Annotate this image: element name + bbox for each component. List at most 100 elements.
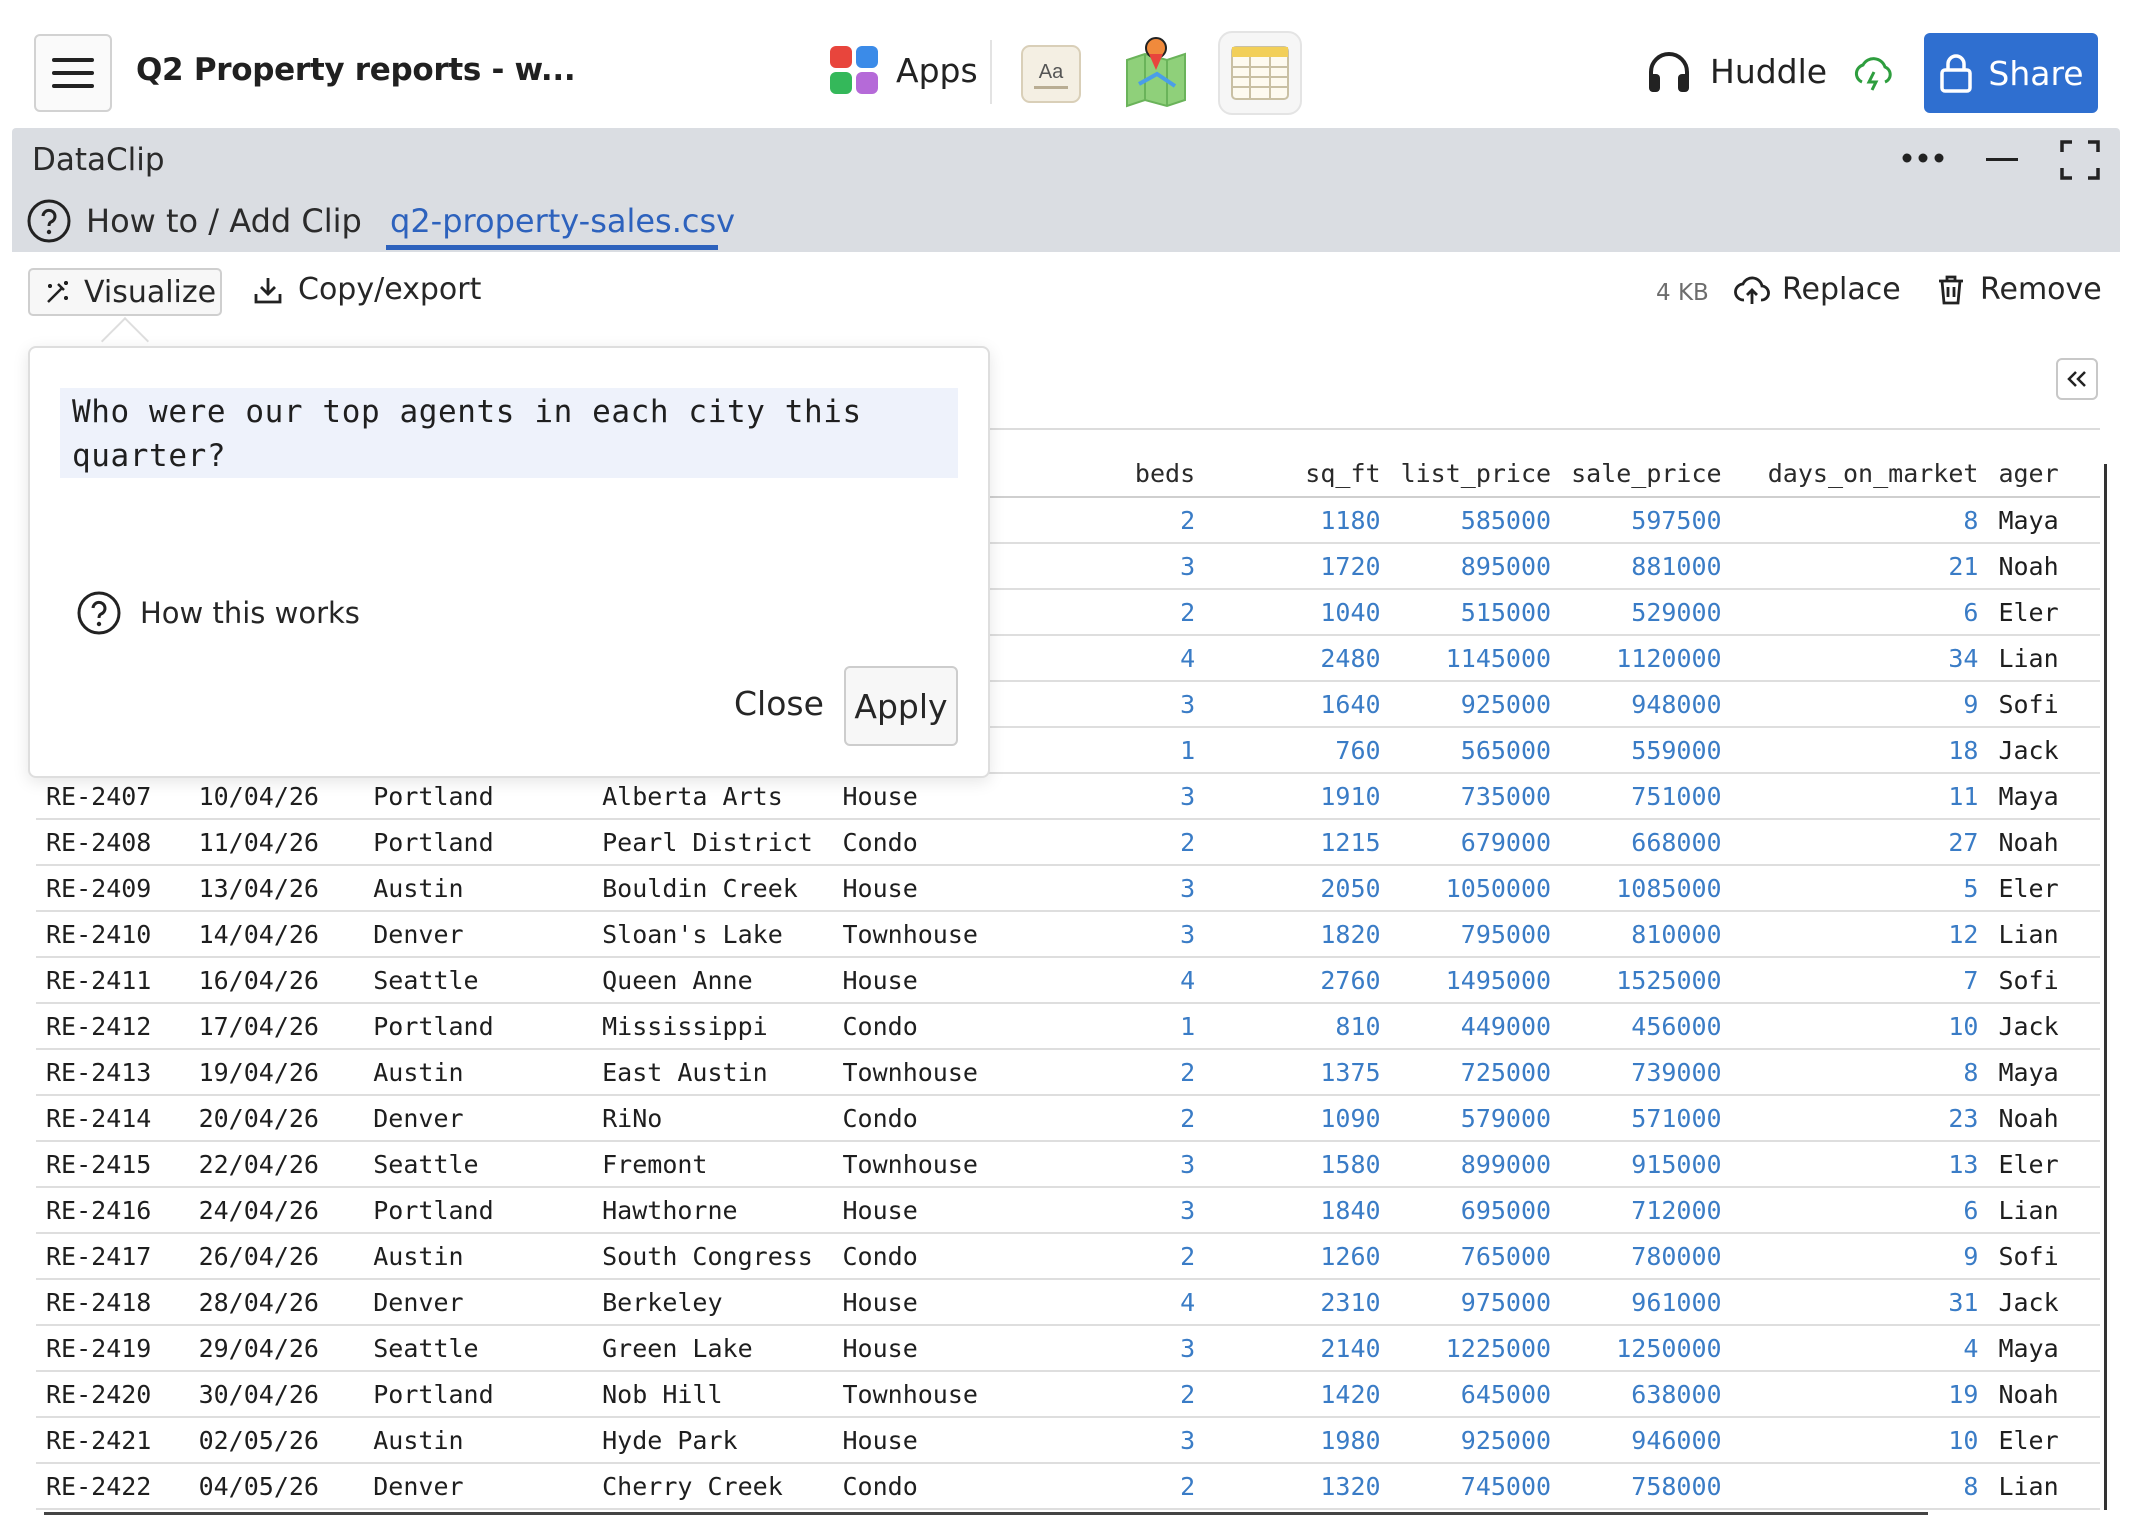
table-cell[interactable]: 3 — [1022, 865, 1206, 912]
table-cell[interactable]: 1525000 — [1561, 957, 1732, 1004]
table-cell[interactable]: 13/04/26 — [188, 865, 364, 912]
table-row[interactable]: RE-2419 29/04/26 Seattle Green Lake House 3 21… — [36, 1325, 2100, 1372]
horizontal-scrollbar[interactable] — [44, 1512, 1928, 1515]
table-cell[interactable]: Eler — [1988, 589, 2100, 636]
column-header[interactable]: sale_price — [1561, 450, 1732, 498]
table-cell[interactable]: 11 — [1731, 773, 1989, 820]
table-cell[interactable]: 1980 — [1205, 1417, 1391, 1464]
howto-add-clip-tab[interactable]: How to / Add Clip — [86, 202, 362, 240]
table-cell[interactable]: 7 — [1731, 957, 1989, 1004]
table-cell[interactable]: 12 — [1731, 911, 1989, 958]
table-cell[interactable]: Austin — [363, 1233, 593, 1280]
table-cell[interactable]: 4 — [1731, 1325, 1989, 1372]
table-cell[interactable]: Jack — [1988, 1279, 2100, 1326]
table-cell[interactable]: Jack — [1988, 1003, 2100, 1050]
table-cell[interactable]: 2760 — [1205, 957, 1391, 1004]
table-cell[interactable]: RE-2420 — [36, 1371, 189, 1418]
table-cell[interactable]: 3 — [1022, 543, 1206, 590]
table-cell[interactable]: Hyde Park — [592, 1417, 833, 1464]
table-cell[interactable]: House — [832, 773, 1023, 820]
sync-status-icon[interactable] — [1852, 52, 1894, 94]
huddle-button[interactable]: Huddle — [1644, 46, 1827, 96]
table-cell[interactable]: 679000 — [1390, 819, 1562, 866]
table-cell[interactable]: Alberta Arts — [592, 773, 833, 820]
table-cell[interactable]: RE-2417 — [36, 1233, 189, 1280]
table-cell[interactable]: 739000 — [1561, 1049, 1732, 1096]
table-cell[interactable]: Portland — [363, 819, 593, 866]
table-cell[interactable]: 20/04/26 — [188, 1095, 364, 1142]
column-header[interactable]: list_price — [1390, 450, 1562, 498]
table-cell[interactable]: Lian — [1988, 1187, 2100, 1234]
table-cell[interactable]: Denver — [363, 1279, 593, 1326]
table-cell[interactable]: Austin — [363, 865, 593, 912]
table-cell[interactable]: RE-2408 — [36, 819, 189, 866]
dictionary-app-icon[interactable]: Aa — [1012, 34, 1090, 112]
table-cell[interactable]: RE-2407 — [36, 773, 189, 820]
table-cell[interactable]: 2 — [1022, 1049, 1206, 1096]
table-cell[interactable]: 597500 — [1561, 497, 1732, 544]
table-row[interactable]: RE-2411 16/04/26 Seattle Queen Anne House 4 27… — [36, 957, 2100, 1004]
table-cell[interactable]: 668000 — [1561, 819, 1732, 866]
collapse-panel-button[interactable] — [2056, 358, 2098, 400]
table-cell[interactable]: RE-2411 — [36, 957, 189, 1004]
table-cell[interactable]: 961000 — [1561, 1279, 1732, 1326]
prompt-input[interactable]: Who were our top agents in each city thi… — [60, 388, 958, 478]
table-cell[interactable]: 975000 — [1390, 1279, 1562, 1326]
table-cell[interactable]: 899000 — [1390, 1141, 1562, 1188]
column-header[interactable]: ager — [1988, 450, 2100, 498]
table-cell[interactable]: 1260 — [1205, 1233, 1391, 1280]
table-cell[interactable]: 559000 — [1561, 727, 1732, 774]
table-cell[interactable]: House — [832, 957, 1023, 1004]
table-row[interactable]: RE-2412 17/04/26 Portland Mississippi Condo 1… — [36, 1003, 2100, 1050]
table-cell[interactable]: 529000 — [1561, 589, 1732, 636]
table-cell[interactable]: 2 — [1022, 497, 1206, 544]
table-cell[interactable]: 760 — [1205, 727, 1391, 774]
table-cell[interactable]: East Austin — [592, 1049, 833, 1096]
table-cell[interactable]: 2 — [1022, 1371, 1206, 1418]
vertical-scrollbar[interactable] — [2104, 464, 2107, 1510]
apply-button[interactable]: Apply — [844, 666, 958, 746]
table-cell[interactable]: Hawthorne — [592, 1187, 833, 1234]
share-button[interactable]: Share — [1924, 33, 2098, 113]
table-cell[interactable]: RE-2409 — [36, 865, 189, 912]
table-cell[interactable]: 4 — [1022, 1279, 1206, 1326]
table-cell[interactable]: 735000 — [1390, 773, 1562, 820]
table-cell[interactable]: Bouldin Creek — [592, 865, 833, 912]
table-cell[interactable]: RiNo — [592, 1095, 833, 1142]
table-row[interactable]: RE-2408 11/04/26 Portland Pearl District Con… — [36, 819, 2100, 866]
table-cell[interactable]: 765000 — [1390, 1233, 1562, 1280]
table-cell[interactable]: Maya — [1988, 1325, 2100, 1372]
table-cell[interactable]: 9 — [1731, 1233, 1989, 1280]
table-cell[interactable]: 758000 — [1561, 1463, 1732, 1510]
table-cell[interactable]: RE-2413 — [36, 1049, 189, 1096]
table-cell[interactable]: 4 — [1022, 957, 1206, 1004]
column-header[interactable]: sq_ft — [1205, 450, 1391, 498]
table-cell[interactable]: House — [832, 1187, 1023, 1234]
table-row[interactable]: RE-2407 10/04/26 Portland Alberta Arts House… — [36, 773, 2100, 820]
table-row[interactable]: RE-2421 02/05/26 Austin Hyde Park House 3 1980… — [36, 1417, 2100, 1464]
table-cell[interactable]: 810000 — [1561, 911, 1732, 958]
table-cell[interactable]: 565000 — [1390, 727, 1562, 774]
table-cell[interactable]: 4 — [1022, 635, 1206, 682]
table-cell[interactable]: 22/04/26 — [188, 1141, 364, 1188]
table-cell[interactable]: Queen Anne — [592, 957, 833, 1004]
table-cell[interactable]: RE-2419 — [36, 1325, 189, 1372]
table-cell[interactable]: 30/04/26 — [188, 1371, 364, 1418]
table-cell[interactable]: 1320 — [1205, 1463, 1391, 1510]
remove-button[interactable]: Remove — [1936, 272, 2102, 307]
table-cell[interactable]: Noah — [1988, 1095, 2100, 1142]
table-cell[interactable]: 2310 — [1205, 1279, 1391, 1326]
table-cell[interactable]: Lian — [1988, 1463, 2100, 1510]
table-row[interactable]: RE-2414 20/04/26 Denver RiNo Condo 2 1090 57900… — [36, 1095, 2100, 1142]
table-cell[interactable]: House — [832, 865, 1023, 912]
table-cell[interactable]: 2 — [1022, 1095, 1206, 1142]
table-cell[interactable]: 23 — [1731, 1095, 1989, 1142]
table-cell[interactable]: Noah — [1988, 819, 2100, 866]
table-cell[interactable]: 1495000 — [1390, 957, 1562, 1004]
table-cell[interactable]: 29/04/26 — [188, 1325, 364, 1372]
table-cell[interactable]: 795000 — [1390, 911, 1562, 958]
table-cell[interactable]: Townhouse — [832, 1141, 1023, 1188]
help-circle-icon[interactable] — [26, 198, 72, 244]
table-cell[interactable]: 3 — [1022, 1325, 1206, 1372]
table-cell[interactable]: 17/04/26 — [188, 1003, 364, 1050]
